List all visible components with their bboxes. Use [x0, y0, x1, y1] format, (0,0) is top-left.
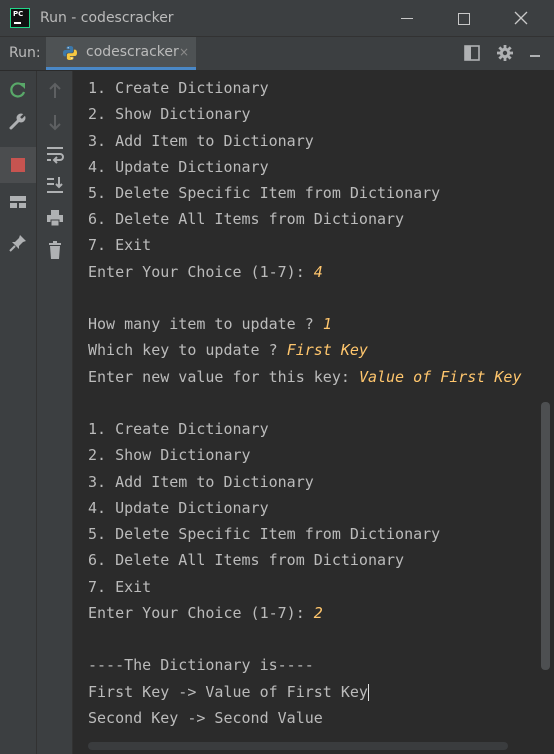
- console-line: Which key to update ? First Key: [88, 341, 368, 359]
- console-line: First Key -> Value of First Key: [88, 683, 369, 701]
- console-actions-sidebar: [37, 71, 73, 754]
- console-line: 6. Delete All Items from Dictionary: [88, 551, 405, 569]
- vertical-scrollbar-thumb[interactable]: [541, 402, 550, 670]
- console-line: How many item to update ? 1: [88, 315, 332, 333]
- console-line: 1. Create Dictionary: [88, 79, 269, 97]
- layout-icon[interactable]: [8, 192, 28, 212]
- layout-icon[interactable]: [463, 44, 481, 62]
- trash-icon[interactable]: [45, 240, 65, 260]
- user-input: 2: [313, 604, 323, 622]
- maximize-button[interactable]: [441, 0, 487, 36]
- console-line: 5. Delete Specific Item from Dictionary: [88, 525, 441, 543]
- console-line: Enter Your Choice (1-7): 4: [88, 263, 323, 281]
- tab-close-icon[interactable]: ×: [179, 37, 189, 68]
- console-line: 3. Add Item to Dictionary: [88, 132, 314, 150]
- user-input: First Key: [286, 341, 368, 359]
- console-line: 1. Create Dictionary: [88, 420, 269, 438]
- run-actions-sidebar: [0, 71, 37, 754]
- window-title: Run - codescracker: [40, 10, 174, 26]
- scroll-to-end-icon[interactable]: [45, 175, 65, 195]
- console-line: ----The Dictionary is----: [88, 656, 314, 674]
- run-toolbar: Run: codescracker ×: [0, 37, 554, 71]
- print-icon[interactable]: [45, 208, 65, 228]
- stop-icon: [11, 158, 25, 172]
- horizontal-scrollbar[interactable]: [88, 742, 508, 750]
- console-line: 2. Show Dictionary: [88, 446, 251, 464]
- console-line: 7. Exit: [88, 236, 152, 254]
- wrench-icon[interactable]: [8, 111, 28, 131]
- minimize-icon: [401, 18, 413, 19]
- console-line: Enter new value for this key: Value of F…: [88, 368, 522, 386]
- arrow-up-icon[interactable]: [45, 81, 65, 101]
- console-line: 2. Show Dictionary: [88, 105, 251, 123]
- soft-wrap-icon[interactable]: [45, 144, 65, 164]
- console-line: 3. Add Item to Dictionary: [88, 473, 314, 491]
- logo-text: PC: [13, 10, 24, 18]
- user-input: 4: [313, 263, 323, 281]
- run-label: Run:: [9, 45, 41, 61]
- console-line: Second Key -> Second Value: [88, 709, 323, 727]
- user-input: 1: [322, 315, 332, 333]
- console-line: Enter Your Choice (1-7): 2: [88, 604, 323, 622]
- console-line: 7. Exit: [88, 578, 152, 596]
- pycharm-logo-icon: PC: [10, 8, 30, 28]
- text-cursor: [367, 684, 369, 701]
- console-line: 6. Delete All Items from Dictionary: [88, 210, 405, 228]
- pin-icon[interactable]: [8, 233, 28, 253]
- console-line: 4. Update Dictionary: [88, 158, 269, 176]
- console-line: 5. Delete Specific Item from Dictionary: [88, 184, 441, 202]
- maximize-icon: [458, 12, 470, 25]
- close-icon: [514, 11, 528, 25]
- gear-icon[interactable]: [496, 44, 514, 62]
- title-bar: PC Run - codescracker: [0, 0, 554, 37]
- console-output[interactable]: 1. Create Dictionary 2. Show Dictionary …: [73, 71, 539, 754]
- console-line: 4. Update Dictionary: [88, 499, 269, 517]
- rerun-icon[interactable]: [8, 80, 28, 100]
- minimize-panel-icon[interactable]: [530, 49, 540, 59]
- minimize-button[interactable]: [384, 0, 430, 36]
- tab-codescracker[interactable]: codescracker ×: [46, 37, 196, 70]
- close-button[interactable]: [498, 0, 544, 36]
- arrow-down-icon[interactable]: [45, 112, 65, 132]
- python-icon: [63, 46, 77, 60]
- user-input: Value of First Key: [358, 368, 522, 386]
- stop-button[interactable]: [0, 147, 36, 183]
- tab-label: codescracker: [86, 44, 179, 60]
